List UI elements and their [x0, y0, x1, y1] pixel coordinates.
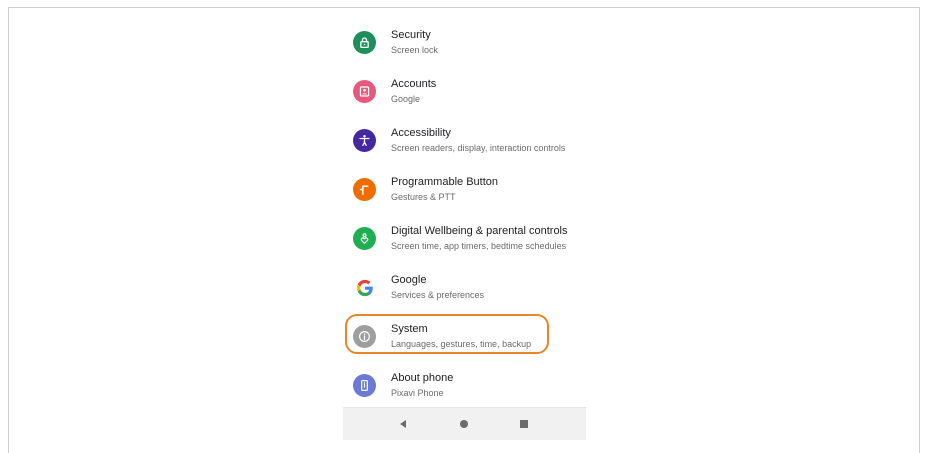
navigation-bar — [343, 407, 586, 440]
settings-item-title: Programmable Button — [391, 176, 498, 188]
settings-item-title: System — [391, 323, 428, 335]
accounts-icon — [353, 80, 376, 103]
back-icon[interactable] — [395, 416, 411, 432]
settings-item-security[interactable]: Security Screen lock — [343, 25, 586, 67]
settings-item-google[interactable]: Google Services & preferences — [343, 270, 586, 312]
settings-item-subtitle: Pixavi Phone — [391, 388, 444, 398]
lock-icon — [353, 31, 376, 54]
settings-item-system[interactable]: System Languages, gestures, time, backup — [343, 319, 586, 361]
settings-item-title: Digital Wellbeing & parental controls — [391, 225, 568, 237]
settings-item-subtitle: Screen time, app timers, bedtime schedul… — [391, 241, 567, 251]
settings-item-subtitle: Google — [391, 94, 421, 104]
settings-item-title: About phone — [391, 372, 454, 384]
settings-item-subtitle: Screen readers, display, interaction con… — [391, 143, 566, 153]
settings-item-accessibility[interactable]: Accessibility Screen readers, display, i… — [343, 123, 586, 165]
settings-list: Security Screen lock Accounts Google Acc… — [343, 15, 586, 440]
settings-item-accounts[interactable]: Accounts Google — [343, 74, 586, 116]
settings-item-title: Security — [391, 29, 431, 41]
settings-item-title: Accounts — [391, 78, 437, 90]
recents-icon[interactable] — [516, 416, 532, 432]
settings-item-title: Accessibility — [391, 127, 451, 139]
phone-icon — [353, 374, 376, 397]
settings-item-subtitle: Screen lock — [391, 45, 439, 55]
settings-item-title: Google — [391, 274, 427, 286]
wellbeing-icon — [353, 227, 376, 250]
accessibility-icon — [353, 129, 376, 152]
settings-item-programmable-button[interactable]: Programmable Button Gestures & PTT — [343, 172, 586, 214]
programmable-button-icon — [353, 178, 376, 201]
home-icon[interactable] — [456, 416, 472, 432]
settings-item-digital-wellbeing[interactable]: Digital Wellbeing & parental controls Sc… — [343, 221, 586, 263]
settings-item-subtitle: Services & preferences — [391, 290, 485, 300]
google-icon — [353, 276, 376, 299]
settings-item-about-phone[interactable]: About phone Pixavi Phone — [343, 368, 586, 410]
info-icon — [353, 325, 376, 348]
settings-item-subtitle: Gestures & PTT — [391, 192, 456, 202]
settings-item-subtitle: Languages, gestures, time, backup — [391, 339, 532, 349]
